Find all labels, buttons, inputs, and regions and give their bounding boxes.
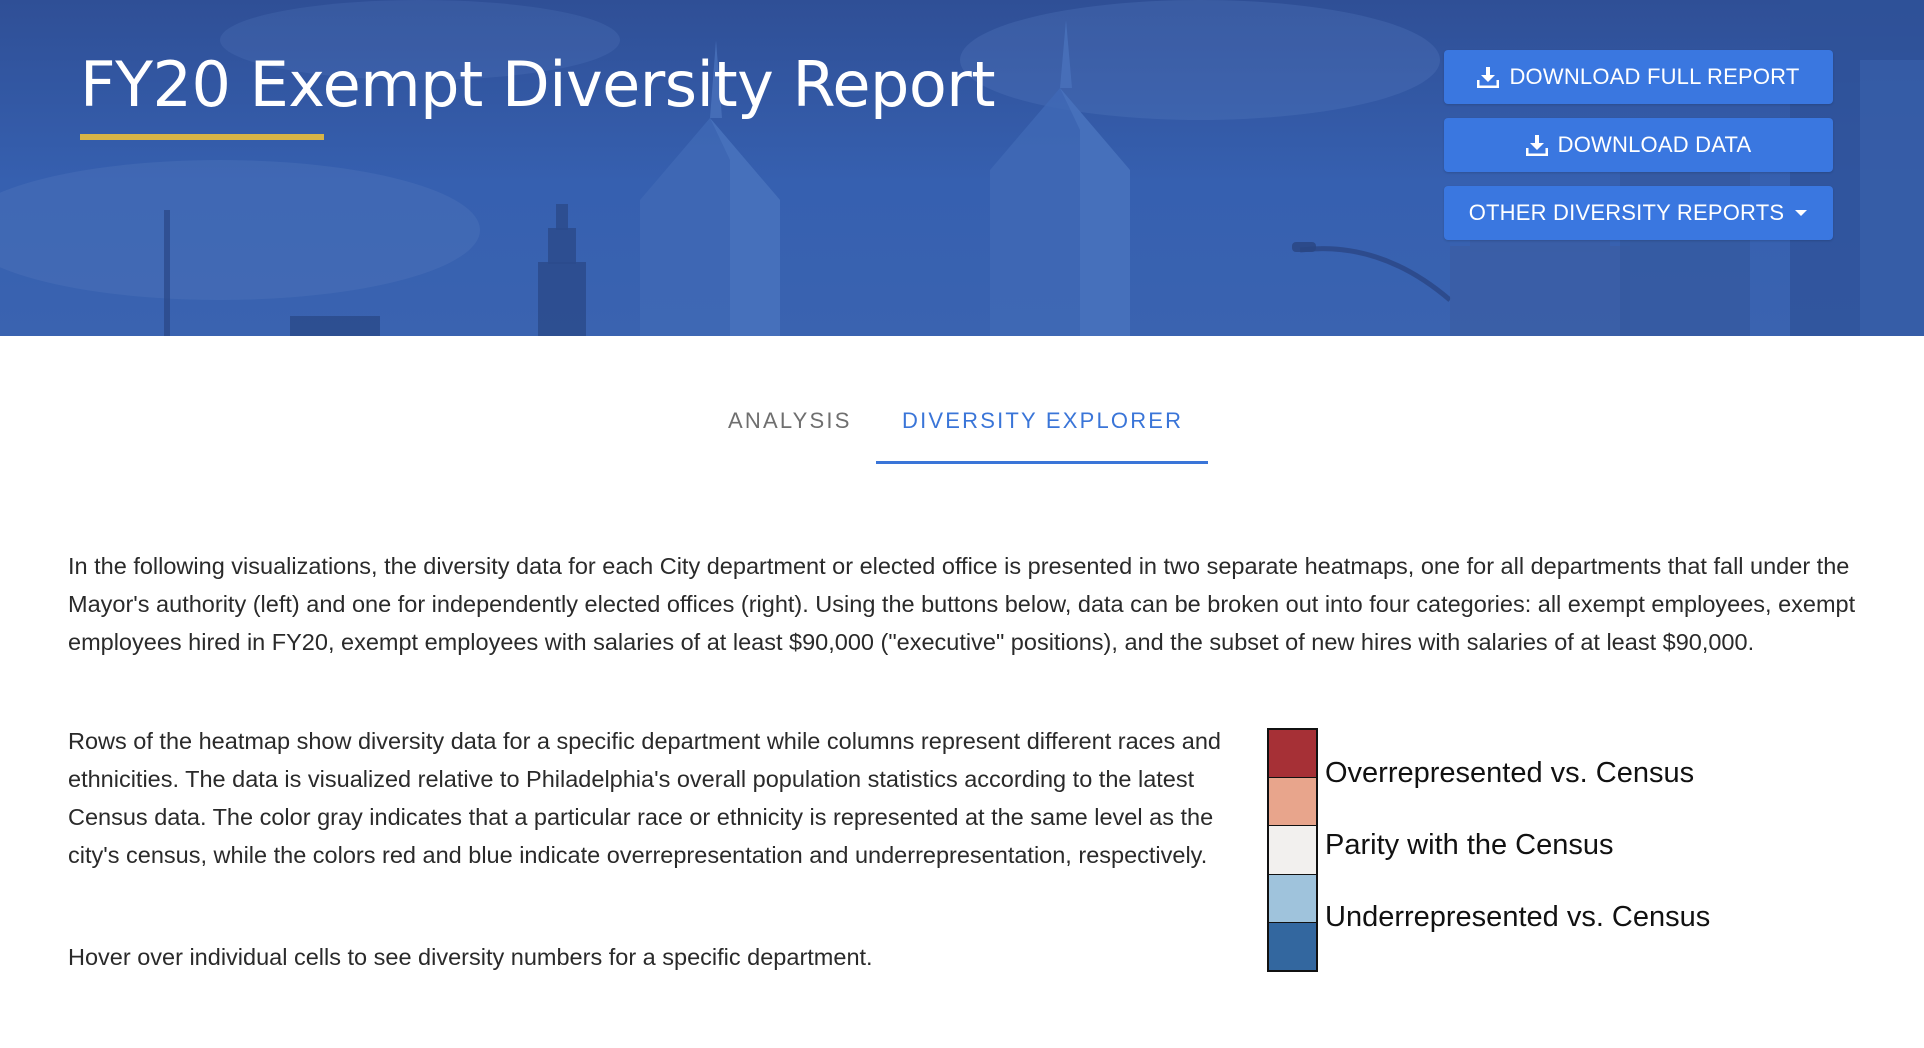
legend-swatch-under xyxy=(1269,874,1316,923)
legend-swatch-strong-over xyxy=(1269,730,1316,779)
header-banner: FY20 Exempt Diversity Report DOWNLOAD FU… xyxy=(0,0,1924,336)
legend-swatch-strong-under xyxy=(1269,922,1316,971)
other-diversity-reports-dropdown[interactable]: OTHER DIVERSITY REPORTS xyxy=(1444,186,1833,240)
heatmap-color-legend xyxy=(1267,728,1318,972)
hover-instruction-paragraph: Hover over individual cells to see diver… xyxy=(68,944,873,970)
legend-swatch-over xyxy=(1269,778,1316,827)
legend-label-underrepresented: Underrepresented vs. Census xyxy=(1325,901,1711,933)
tab-diversity-explorer[interactable]: DIVERSITY EXPLORER xyxy=(902,408,1183,434)
other-diversity-reports-label: OTHER DIVERSITY REPORTS xyxy=(1468,200,1785,225)
heatmap-explanation-paragraph: Rows of the heatmap show diversity data … xyxy=(68,728,1221,868)
caret-down-icon xyxy=(1795,210,1808,216)
download-data-label: DOWNLOAD DATA xyxy=(1557,132,1752,157)
download-icon xyxy=(1525,135,1548,156)
title-underline xyxy=(80,134,324,140)
legend-swatch-parity xyxy=(1269,826,1316,875)
legend-label-parity: Parity with the Census xyxy=(1325,829,1614,861)
active-tab-indicator xyxy=(876,461,1208,464)
download-full-report-button[interactable]: DOWNLOAD FULL REPORT xyxy=(1444,50,1833,104)
download-icon xyxy=(1477,67,1500,88)
tab-analysis[interactable]: ANALYSIS xyxy=(728,408,852,434)
intro-paragraph: In the following visualizations, the div… xyxy=(68,553,1856,655)
download-data-button[interactable]: DOWNLOAD DATA xyxy=(1444,118,1833,172)
page-title: FY20 Exempt Diversity Report xyxy=(80,48,996,121)
download-full-report-label: DOWNLOAD FULL REPORT xyxy=(1509,64,1800,89)
legend-label-overrepresented: Overrepresented vs. Census xyxy=(1325,757,1695,789)
